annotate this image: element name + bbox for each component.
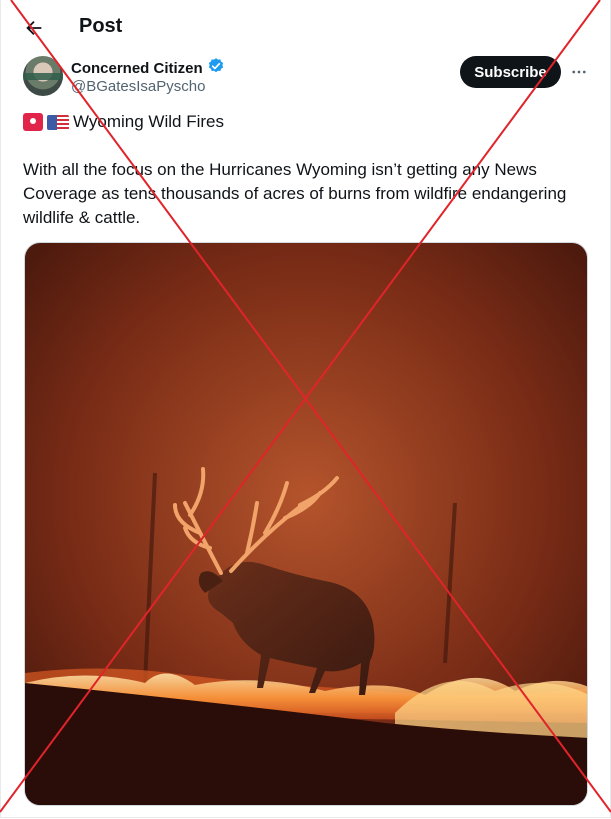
author-name-row[interactable]: Concerned Citizen xyxy=(71,57,225,80)
post-text: With all the focus on the Hurricanes Wyo… xyxy=(23,160,567,227)
verified-badge-icon xyxy=(207,57,225,80)
arrow-left-icon[interactable] xyxy=(20,14,48,42)
police-light-emoji xyxy=(23,113,43,131)
us-flag-emoji xyxy=(47,114,69,130)
avatar[interactable] xyxy=(23,56,63,96)
subscribe-button[interactable]: Subscribe xyxy=(460,56,561,88)
post-headline-line: Wyoming Wild Fires xyxy=(23,112,224,132)
author-display-name[interactable]: Concerned Citizen xyxy=(71,60,203,77)
page-title: Post xyxy=(79,15,123,37)
post-headline: Wyoming Wild Fires xyxy=(73,112,224,131)
video-still-elk-fire xyxy=(25,243,587,805)
header: Post xyxy=(0,0,611,56)
author-handle[interactable]: @BGatesIsaPyscho xyxy=(71,78,205,95)
post-video[interactable] xyxy=(24,242,588,806)
more-horizontal-icon[interactable] xyxy=(567,60,591,84)
